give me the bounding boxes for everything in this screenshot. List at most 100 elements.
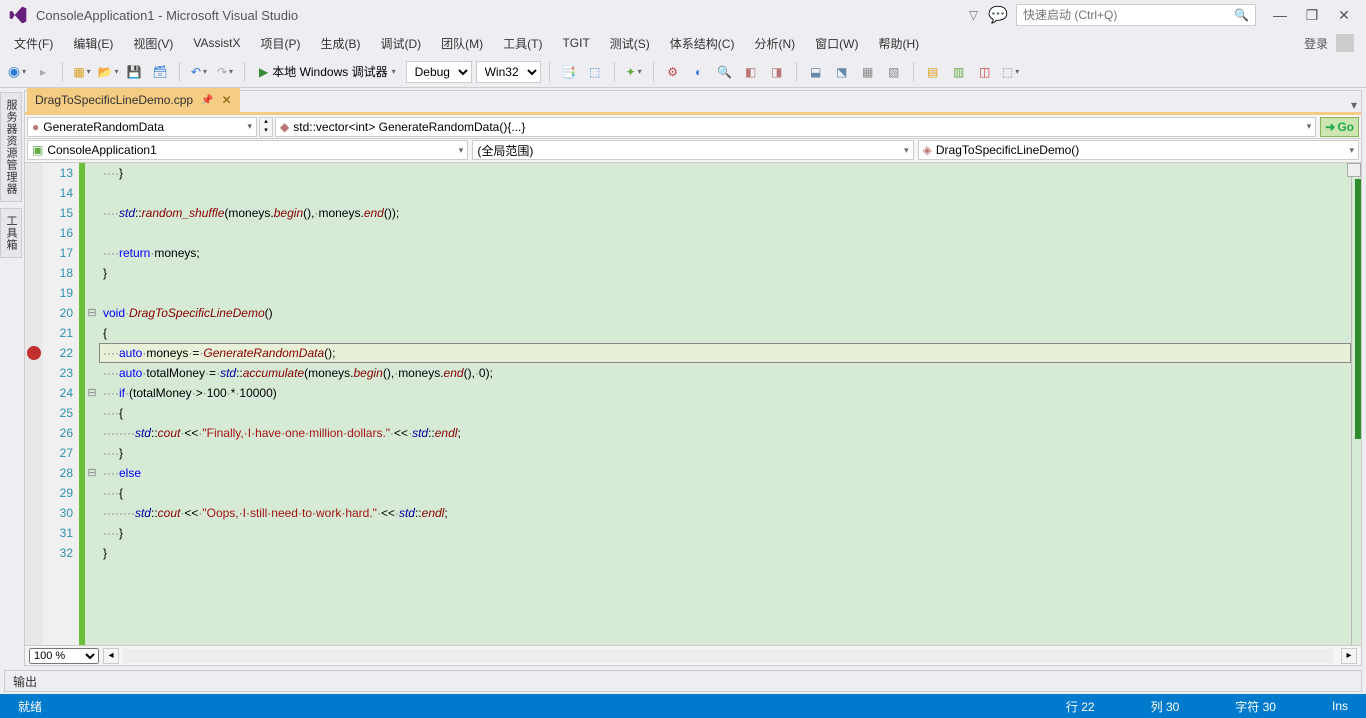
code-line[interactable]: ········std::cout·<<·"Finally,·I·have·on… [99, 423, 1351, 443]
nav-fwd-button[interactable]: ▸ [32, 61, 54, 83]
nav-back-button[interactable]: ◉ [6, 61, 28, 83]
menu-architecture[interactable]: 体系结构(C) [662, 32, 743, 55]
fold-toggle[interactable]: ⊟ [85, 463, 99, 483]
hscroll-track[interactable] [123, 649, 1333, 663]
code-line[interactable]: ····auto·moneys·=·GenerateRandomData(); [99, 343, 1351, 363]
restore-button[interactable]: ❐ [1298, 4, 1326, 26]
tab-overflow-button[interactable]: ▾ [1351, 98, 1357, 112]
tool-b[interactable]: ⬚ [584, 61, 606, 83]
quick-launch-box[interactable]: 🔍 [1016, 4, 1256, 26]
function-combo[interactable]: ◈ DragToSpecificLineDemo()▾ [918, 140, 1359, 160]
tool-m[interactable]: ▤ [922, 61, 944, 83]
menu-view[interactable]: 视图(V) [125, 32, 181, 55]
tool-f[interactable]: 🔍 [714, 61, 736, 83]
feedback-icon[interactable]: 💬 [988, 5, 1008, 25]
config-select[interactable]: Debug [406, 61, 472, 83]
menu-debug[interactable]: 调试(D) [372, 32, 429, 55]
tool-i[interactable]: ⬓ [805, 61, 827, 83]
code-line[interactable]: ····return·moneys; [99, 243, 1351, 263]
zoom-select[interactable]: 100 % [29, 648, 99, 664]
start-debug-button[interactable]: ▶ 本地 Windows 调试器 ▾ [253, 60, 402, 84]
tool-o[interactable]: ◫ [974, 61, 996, 83]
doc-tab-close[interactable]: ✕ [222, 93, 232, 107]
menu-tgit[interactable]: TGIT [554, 33, 597, 53]
hscroll-right[interactable]: ▸ [1341, 648, 1357, 664]
code-line[interactable]: ····else [99, 463, 1351, 483]
code-line[interactable]: ····std::random_shuffle(moneys.begin(),·… [99, 203, 1351, 223]
code-line[interactable]: void·DragToSpecificLineDemo() [99, 303, 1351, 323]
va-definition-combo[interactable]: ◆ std::vector<int> GenerateRandomData(){… [275, 117, 1316, 137]
tool-l[interactable]: ▧ [883, 61, 905, 83]
save-button[interactable]: 💾 [123, 61, 145, 83]
menu-window[interactable]: 窗口(W) [807, 32, 866, 55]
fold-toggle[interactable]: ⊟ [85, 303, 99, 323]
tool-n[interactable]: ▥ [948, 61, 970, 83]
code-line[interactable]: ····} [99, 163, 1351, 183]
tool-e[interactable]: ◐ [688, 61, 710, 83]
code-line[interactable]: ····if·(totalMoney·>·100·*·10000) [99, 383, 1351, 403]
code-line[interactable]: ····{ [99, 483, 1351, 503]
tool-h[interactable]: ◨ [766, 61, 788, 83]
va-context-combo[interactable]: ● GenerateRandomData ▾ [27, 117, 257, 137]
notification-icon[interactable]: ▽ [969, 8, 978, 22]
code-line[interactable] [99, 223, 1351, 243]
menu-analyze[interactable]: 分析(N) [746, 32, 803, 55]
search-icon[interactable]: 🔍 [1234, 8, 1249, 22]
login-link[interactable]: 登录 [1304, 35, 1328, 52]
fold-toggle[interactable]: ⊟ [85, 383, 99, 403]
menu-vassistx[interactable]: VAssistX [185, 33, 248, 53]
code-line[interactable] [99, 183, 1351, 203]
project-combo[interactable]: ▣ ConsoleApplication1▾ [27, 140, 468, 160]
fold-toggle [85, 503, 99, 523]
minimize-button[interactable]: — [1266, 4, 1294, 26]
window-title: ConsoleApplication1 - Microsoft Visual S… [36, 8, 298, 23]
code-line[interactable]: } [99, 543, 1351, 563]
tool-d[interactable]: ⚙ [662, 61, 684, 83]
split-button[interactable] [1347, 163, 1361, 177]
new-project-button[interactable]: ▦ [71, 61, 93, 83]
avatar-icon[interactable] [1336, 34, 1354, 52]
go-button[interactable]: ➜Go [1320, 117, 1359, 137]
code-line[interactable]: ····} [99, 443, 1351, 463]
nav-stepper[interactable]: ▴▾ [259, 117, 273, 137]
menu-help[interactable]: 帮助(H) [870, 32, 927, 55]
code-line[interactable]: { [99, 323, 1351, 343]
save-all-button[interactable]: 🗃 [149, 61, 171, 83]
code-line[interactable]: ····} [99, 523, 1351, 543]
scope-combo[interactable]: (全局范围)▾ [472, 140, 913, 160]
code-line[interactable]: } [99, 263, 1351, 283]
tool-g[interactable]: ◧ [740, 61, 762, 83]
menu-build[interactable]: 生成(B) [312, 32, 368, 55]
menu-test[interactable]: 测试(S) [602, 32, 658, 55]
redo-button[interactable]: ↷ [214, 61, 236, 83]
menu-team[interactable]: 团队(M) [433, 32, 491, 55]
open-button[interactable]: 📂 [97, 61, 119, 83]
fold-toggle [85, 243, 99, 263]
output-panel-header[interactable]: 输出 [4, 670, 1362, 692]
side-tab-server-explorer[interactable]: 服务器资源管理器 [0, 92, 22, 202]
doc-tab-active[interactable]: DragToSpecificLineDemo.cpp 📌 ✕ [27, 88, 240, 112]
status-ins[interactable]: Ins [1324, 699, 1356, 713]
menu-project[interactable]: 项目(P) [252, 32, 308, 55]
hscroll-left[interactable]: ◂ [103, 648, 119, 664]
side-tab-toolbox[interactable]: 工具箱 [0, 208, 22, 258]
code-line[interactable]: ····{ [99, 403, 1351, 423]
code-editor[interactable]: 1314151617181920212223242526272829303132… [25, 163, 1361, 645]
tool-k[interactable]: ▦ [857, 61, 879, 83]
menu-file[interactable]: 文件(F) [6, 32, 61, 55]
menu-tools[interactable]: 工具(T) [495, 32, 550, 55]
menu-edit[interactable]: 编辑(E) [65, 32, 121, 55]
pin-icon[interactable]: 📌 [201, 95, 213, 106]
tool-c[interactable]: ✦ [623, 61, 645, 83]
tool-p[interactable]: ⬚ [1000, 61, 1022, 83]
code-line[interactable] [99, 283, 1351, 303]
undo-button[interactable]: ↶ [188, 61, 210, 83]
close-button[interactable]: ✕ [1330, 4, 1358, 26]
code-line[interactable]: ····auto·totalMoney·=·std::accumulate(mo… [99, 363, 1351, 383]
quick-launch-input[interactable] [1023, 8, 1234, 22]
platform-select[interactable]: Win32 [476, 61, 541, 83]
breakpoint-icon[interactable] [27, 346, 41, 360]
code-line[interactable]: ········std::cout·<<·"Oops,·I·still·need… [99, 503, 1351, 523]
tool-j[interactable]: ⬔ [831, 61, 853, 83]
tool-a[interactable]: 📑 [558, 61, 580, 83]
